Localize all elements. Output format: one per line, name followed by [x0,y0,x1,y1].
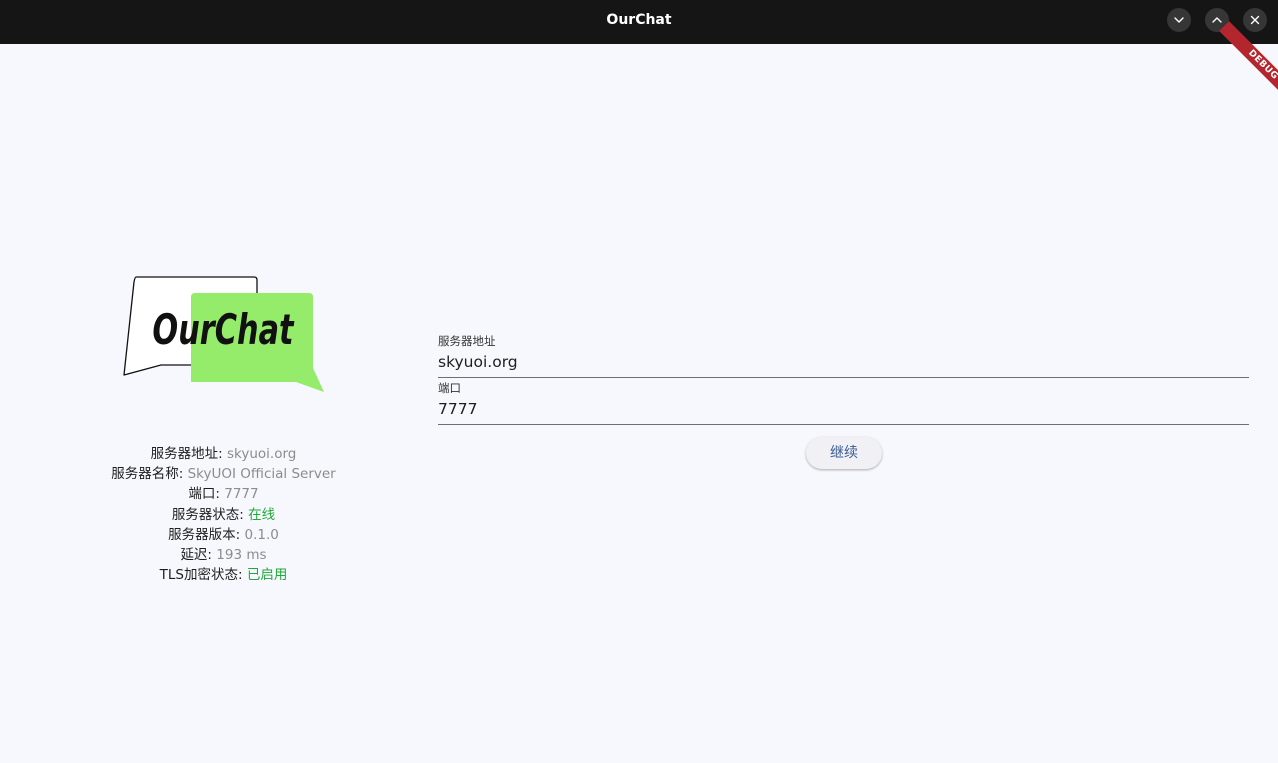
info-name-value: SkyUOI Official Server [187,466,336,483]
continue-button[interactable]: 继续 [806,437,882,469]
close-button[interactable] [1243,8,1267,32]
logo-text: OurChat [152,305,294,354]
info-row-status: 服务器状态: 在线 [100,505,347,525]
info-name-label: 服务器名称: [111,466,184,483]
port-field[interactable]: 端口 7777 [438,381,1249,425]
info-address-value: skyuoi.org [227,446,297,462]
server-address-label: 服务器地址 [438,334,496,348]
info-version-label: 服务器版本: [168,526,241,543]
port-input[interactable]: 7777 [438,399,1249,425]
info-latency-value: 193 ms [216,547,267,564]
info-row-port: 端口: 7777 [100,484,347,504]
title-bar[interactable]: OurChat [0,0,1278,44]
chevron-down-icon [1174,17,1184,23]
info-status-value: 在线 [248,506,276,523]
info-row-version: 服务器版本: 0.1.0 [100,525,347,545]
info-row-name: 服务器名称: SkyUOI Official Server [100,464,347,484]
info-tls-label: TLS加密状态: [159,567,243,584]
window-title: OurChat [606,12,672,28]
server-info-panel: 服务器地址: skyuoi.org 服务器名称: SkyUOI Official… [100,444,347,585]
server-address-input[interactable]: skyuoi.org [438,352,1249,378]
info-row-tls: TLS加密状态: 已启用 [100,565,347,585]
server-address-field[interactable]: 服务器地址 skyuoi.org [438,334,1249,378]
minimize-button[interactable] [1167,8,1191,32]
info-row-latency: 延迟: 193 ms [100,545,347,565]
port-label: 端口 [438,381,461,395]
info-row-address: 服务器地址: skyuoi.org [100,444,347,464]
info-port-label: 端口: [188,486,220,503]
chevron-up-icon [1212,17,1222,23]
info-latency-label: 延迟: [180,547,212,564]
close-icon [1250,15,1260,25]
app-window: OurChat DEBUG OurChat 服务器地址: skyuoi.org [0,0,1278,763]
info-port-value: 7777 [224,486,259,503]
info-address-label: 服务器地址: [150,446,223,462]
info-version-value: 0.1.0 [244,526,279,543]
info-tls-value: 已启用 [246,567,288,584]
info-status-label: 服务器状态: [171,506,244,523]
ourchat-logo: OurChat [123,276,324,392]
